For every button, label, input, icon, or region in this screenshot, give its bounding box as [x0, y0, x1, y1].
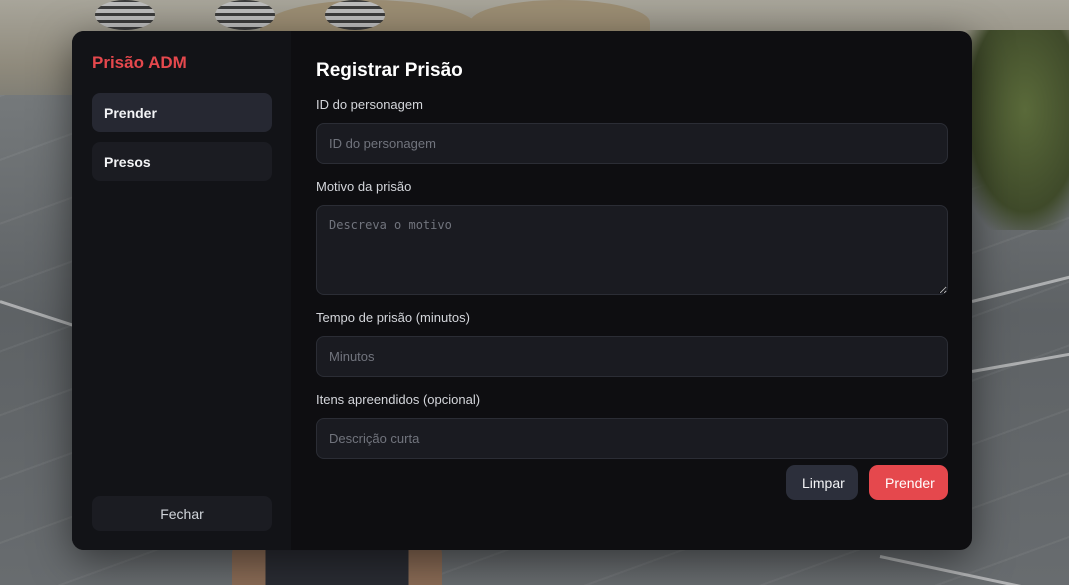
items-label: Itens apreendidos (opcional) — [316, 392, 481, 407]
sidebar-item-label: Prender — [104, 104, 157, 121]
sidebar-item-presos[interactable]: Presos — [92, 142, 272, 181]
time-label: Tempo de prisão (minutos) — [316, 310, 470, 325]
seized-items-input[interactable] — [316, 418, 948, 459]
main-content: Registrar Prisão ID do personagem Motivo… — [291, 31, 972, 550]
sidebar-item-label: Presos — [104, 153, 151, 170]
background-dish — [215, 0, 275, 30]
background-bush — [959, 30, 1069, 230]
character-id-input[interactable] — [316, 123, 948, 164]
arrest-submit-button[interactable]: Prender — [869, 465, 948, 500]
form-actions: Limpar Prender — [786, 465, 948, 500]
clear-button[interactable]: Limpar — [786, 465, 858, 500]
character-id-label: ID do personagem — [316, 97, 423, 112]
close-button[interactable]: Fechar — [92, 496, 272, 531]
reason-textarea[interactable] — [316, 205, 948, 295]
reason-label: Motivo da prisão — [316, 179, 412, 194]
brand-title: Prisão ADM — [92, 53, 187, 72]
sidebar-nav: Prender Presos — [92, 93, 272, 181]
background-dish — [95, 0, 155, 30]
sidebar-item-prender[interactable]: Prender — [92, 93, 272, 132]
sidebar: Prisão ADM Prender Presos Fechar — [72, 31, 291, 550]
time-minutes-input[interactable] — [316, 336, 948, 377]
arrest-admin-modal: Prisão ADM Prender Presos Fechar Registr… — [72, 31, 972, 550]
background-dish — [325, 0, 385, 30]
page-title: Registrar Prisão — [316, 60, 463, 81]
